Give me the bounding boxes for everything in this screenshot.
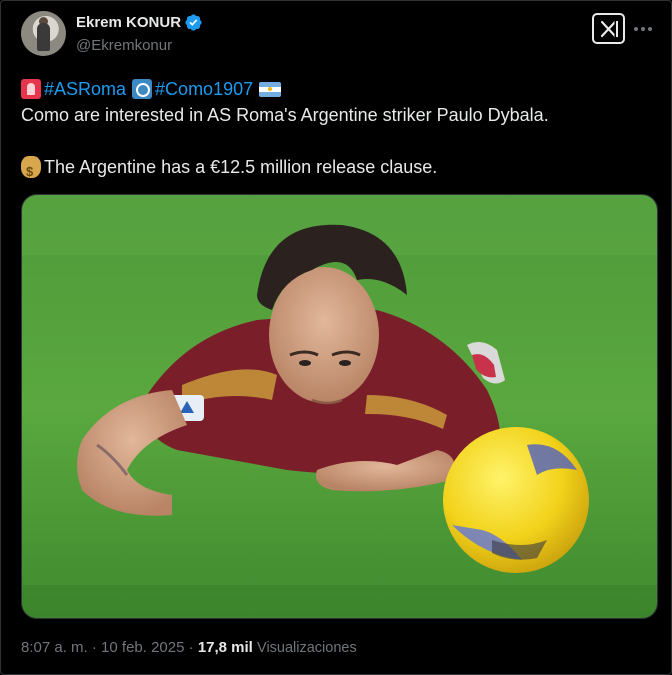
release-clause-text: The Argentine has a €12.5 million releas… (44, 157, 438, 177)
author-info: Ekrem KONUR @Ekremkonur (76, 12, 203, 54)
tweet-meta: 8:07 a. m. · 10 feb. 2025 · 17,8 mil Vis… (21, 639, 357, 656)
football-player-photo (22, 195, 657, 618)
tweet-header: Ekrem KONUR @Ekremkonur (21, 11, 655, 59)
swap-arrows-emoji-icon (132, 79, 153, 99)
more-dot (648, 27, 652, 31)
meta-separator: · (184, 639, 198, 656)
verified-badge-icon (185, 13, 202, 31)
views-count: 17,8 mil (197, 639, 253, 656)
tweet-line-main: Como are interested in AS Roma's Argenti… (21, 105, 549, 125)
more-dot (641, 27, 645, 31)
meta-separator: · (87, 639, 102, 656)
siren-emoji-icon (21, 79, 41, 99)
hashtag-como1907[interactable]: #Como1907 (155, 76, 253, 102)
tweet-line-hashtags: #ASRoma #Como1907 (21, 76, 661, 102)
views-label: Visualizaciones (257, 640, 357, 656)
tweet-date[interactable]: 10 feb. 2025 (101, 639, 184, 656)
author-display-name[interactable]: Ekrem KONUR (76, 14, 181, 31)
tweet-time[interactable]: 8:07 a. m. (21, 639, 88, 656)
display-name-row: Ekrem KONUR (76, 12, 203, 32)
tweet-card: Ekrem KONUR @Ekremkonur #ASRoma #Como190… (0, 0, 672, 675)
tweet-text: #ASRoma #Como1907 Como are interested in… (21, 76, 661, 185)
avatar-figure (37, 23, 50, 51)
more-dots-icon (634, 27, 638, 31)
grok-button[interactable] (592, 13, 625, 44)
author-avatar[interactable] (21, 11, 66, 56)
author-handle[interactable]: @Ekremkonur (76, 37, 203, 54)
tweet-line-clause: The Argentine has a €12.5 million releas… (21, 154, 661, 185)
tweet-photo[interactable] (21, 194, 658, 619)
argentina-flag-emoji-icon (259, 81, 282, 97)
hashtag-asroma[interactable]: #ASRoma (44, 76, 126, 102)
tweet-line-break (21, 128, 661, 154)
grok-icon (600, 20, 618, 38)
more-options-button[interactable] (633, 19, 655, 39)
money-bag-emoji-icon (21, 156, 41, 185)
